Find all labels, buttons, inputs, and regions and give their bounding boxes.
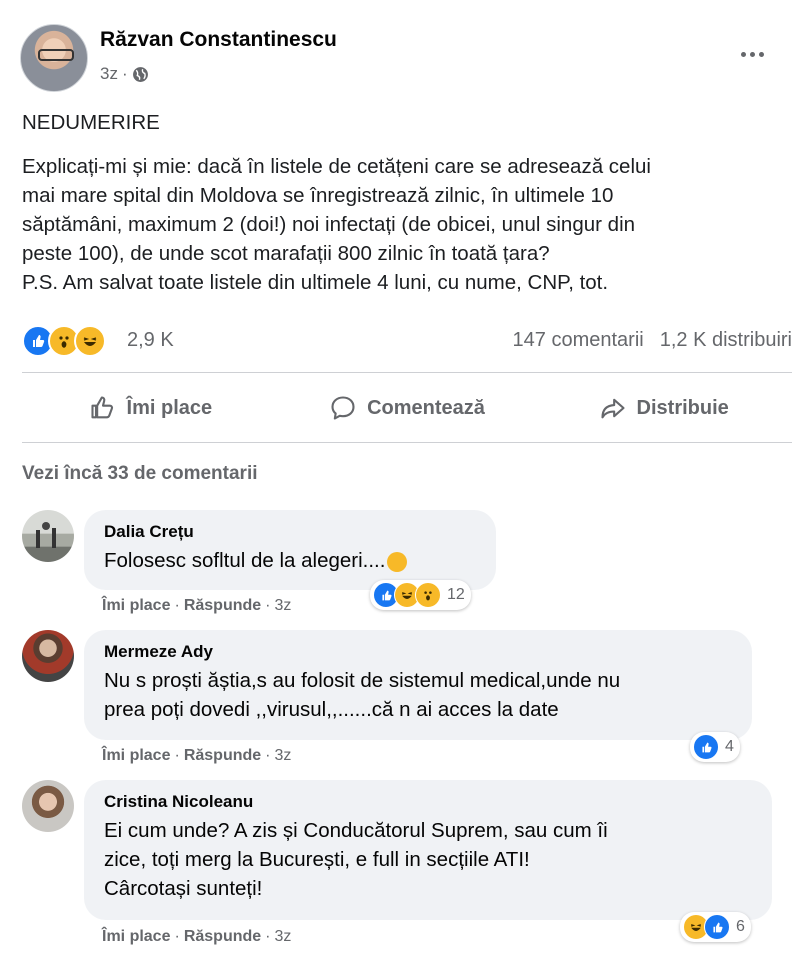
wow-reaction-icon bbox=[415, 582, 441, 608]
comment-time[interactable]: 3z bbox=[274, 928, 291, 946]
rolling-eyes-emoji-icon bbox=[387, 551, 408, 572]
comment-text: Ei cum unde? A zis și Conducătorul Supre… bbox=[104, 816, 752, 903]
post-body-line: mai mare spital din Moldova se înregistr… bbox=[22, 184, 614, 207]
comment-reaction-count: 12 bbox=[447, 586, 465, 603]
comments-count-link[interactable]: 147 comentarii bbox=[513, 329, 644, 352]
dot bbox=[749, 51, 755, 57]
comment-time[interactable]: 3z bbox=[274, 747, 291, 765]
dot bbox=[758, 51, 764, 57]
reaction-summary: 2,9 K 147 comentarii 1,2 K distribuiri bbox=[22, 325, 792, 357]
comment-bubble: Mermeze Ady Nu s proști ăștia,s au folos… bbox=[84, 630, 752, 740]
view-more-comments-link[interactable]: Vezi încă 33 de comentarii bbox=[22, 463, 258, 485]
author-name[interactable]: Răzvan Constantinescu bbox=[100, 28, 337, 52]
dot bbox=[740, 51, 746, 57]
comment-reaction-count: 6 bbox=[736, 918, 745, 935]
engagement-stats: 147 comentarii 1,2 K distribuiri bbox=[513, 329, 792, 352]
commenter-name[interactable]: Cristina Nicoleanu bbox=[104, 792, 752, 812]
comment-text-line: Folosesc sofltul de la alegeri.... bbox=[104, 549, 386, 572]
avatar-photo bbox=[36, 522, 56, 548]
share-button-label: Distribuie bbox=[636, 396, 729, 419]
post-header: Răzvan Constantinescu 3z · bbox=[20, 22, 780, 92]
divider bbox=[22, 372, 792, 373]
comment-reply-link[interactable]: Răspunde bbox=[184, 597, 261, 615]
comment-text-line: Cârcotași sunteți! bbox=[104, 877, 263, 900]
post-action-bar: Îmi place Comentează Distribuie bbox=[22, 380, 792, 436]
comment-text: Nu s proști ăștia,s au folosit de sistem… bbox=[104, 666, 732, 724]
comment-actions: Îmi place · Răspunde · 3z bbox=[102, 928, 292, 946]
commenter-avatar[interactable] bbox=[22, 780, 74, 832]
share-arrow-icon bbox=[600, 398, 625, 419]
commenter-avatar[interactable] bbox=[22, 510, 74, 562]
comment-like-link[interactable]: Îmi place bbox=[102, 747, 170, 765]
post-time[interactable]: 3z bbox=[100, 64, 118, 84]
comment-reactions[interactable]: 4 bbox=[690, 732, 740, 762]
like-reaction-icon bbox=[693, 734, 719, 760]
like-button-label: Îmi place bbox=[126, 396, 213, 419]
comment-reaction-count: 4 bbox=[725, 738, 734, 755]
comment-button[interactable]: Comentează bbox=[279, 380, 536, 436]
comment-reactions[interactable]: 6 bbox=[680, 912, 751, 942]
comment-reply-link[interactable]: Răspunde bbox=[184, 928, 261, 946]
reaction-icons[interactable] bbox=[22, 325, 106, 357]
haha-reaction-icon bbox=[74, 325, 106, 357]
comment-actions: Îmi place · Răspunde · 3z bbox=[102, 597, 292, 615]
post-body-line: Explicați-mi și mie: dacă în listele de … bbox=[22, 155, 651, 178]
commenter-avatar[interactable] bbox=[22, 630, 74, 682]
comment-actions: Îmi place · Răspunde · 3z bbox=[102, 747, 292, 765]
comment-like-link[interactable]: Îmi place bbox=[102, 928, 170, 946]
like-button[interactable]: Îmi place bbox=[22, 380, 279, 436]
post-body-line: săptămâni, maximum 2 (doi!) noi infectaț… bbox=[22, 213, 636, 236]
comment-text-line: Ei cum unde? A zis și Conducătorul Supre… bbox=[104, 819, 608, 842]
comment-like-link[interactable]: Îmi place bbox=[102, 597, 170, 615]
divider bbox=[22, 442, 792, 443]
post-text: NEDUMERIRE Explicați-mi și mie: dacă în … bbox=[22, 108, 782, 297]
comment-text-line: Nu s proști ăștia,s au folosit de sistem… bbox=[104, 669, 621, 692]
comment-button-label: Comentează bbox=[367, 396, 485, 419]
like-reaction-icon bbox=[704, 914, 730, 940]
post-body-line: P.S. Am salvat toate listele din ultimel… bbox=[22, 271, 609, 294]
more-options-button[interactable] bbox=[732, 34, 772, 74]
comment-text-line: zice, toți merg la București, e full in … bbox=[104, 848, 530, 871]
post-meta: 3z · bbox=[100, 64, 149, 84]
reaction-count[interactable]: 2,9 K bbox=[127, 329, 174, 352]
shares-count-link[interactable]: 1,2 K distribuiri bbox=[660, 329, 792, 352]
comment-reactions[interactable]: 12 bbox=[370, 580, 471, 610]
comment-bubble: Dalia Crețu Folosesc sofltul de la alege… bbox=[84, 510, 496, 590]
post-body-line: peste 100), de unde scot marafații 800 z… bbox=[22, 242, 550, 265]
thumbs-up-icon bbox=[90, 396, 113, 419]
comment-icon bbox=[331, 396, 355, 420]
commenter-name[interactable]: Dalia Crețu bbox=[104, 522, 476, 542]
comment-time[interactable]: 3z bbox=[274, 597, 291, 615]
globe-icon bbox=[132, 66, 148, 82]
share-button[interactable]: Distribuie bbox=[535, 380, 792, 436]
commenter-name[interactable]: Mermeze Ady bbox=[104, 642, 732, 662]
comment-text: Folosesc sofltul de la alegeri.... bbox=[104, 546, 476, 575]
author-avatar[interactable] bbox=[20, 24, 88, 92]
comment-reply-link[interactable]: Răspunde bbox=[184, 747, 261, 765]
post-body: Explicați-mi și mie: dacă în listele de … bbox=[22, 152, 782, 297]
comment-bubble: Cristina Nicoleanu Ei cum unde? A zis și… bbox=[84, 780, 772, 920]
comment-text-line: prea poți dovedi ,,virusul,,......că n a… bbox=[104, 698, 559, 721]
post-title: NEDUMERIRE bbox=[22, 111, 160, 134]
